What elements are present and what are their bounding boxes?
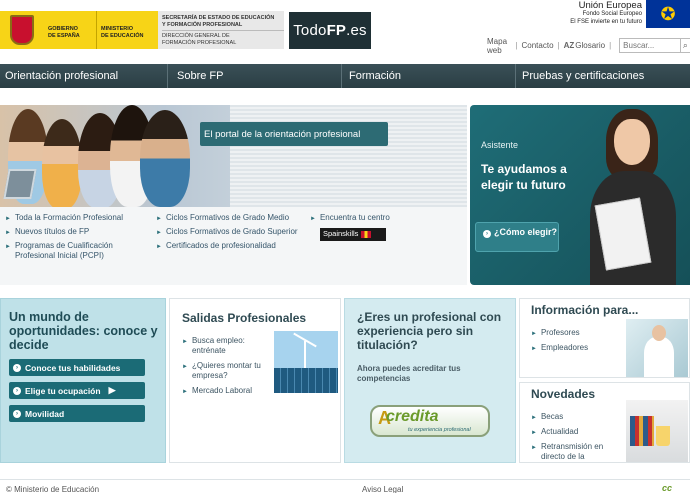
link-certificados[interactable]: ► Certificados de profesionalidad bbox=[156, 241, 316, 252]
link-becas[interactable]: ► Becas bbox=[531, 412, 621, 423]
link-actualidad[interactable]: ► Actualidad bbox=[531, 427, 621, 438]
link-pcpi[interactable]: ► Programas de Cualificación Profesional … bbox=[5, 241, 145, 261]
acredita-subtitle: Ahora puedes acreditar tus competencias bbox=[357, 364, 461, 383]
spainskills-logo[interactable]: Spainskills bbox=[320, 228, 386, 241]
department-label: SECRETARÍA DE ESTADO DE EDUCACIÓN Y FORMA… bbox=[158, 11, 284, 49]
todofp-logo[interactable]: Todo FP .es bbox=[289, 12, 371, 49]
lab-worker-photo bbox=[626, 319, 688, 377]
laptop-icon bbox=[3, 169, 37, 199]
nav-orientacion[interactable]: Orientación profesional bbox=[0, 64, 168, 88]
eu-flag-icon: ✪ bbox=[646, 0, 690, 28]
utility-nav: Mapa web | Contacto | AZ Glosario | ⌕ bbox=[487, 37, 690, 55]
hero-col-1: ► Toda la Formación Profesional ► Nuevos t… bbox=[5, 213, 145, 264]
link-toda-fp[interactable]: ► Toda la Formación Profesional bbox=[5, 213, 145, 224]
assistant-title: Te ayudamos a elegir tu futuro bbox=[481, 162, 567, 192]
contact-link[interactable]: Contacto bbox=[522, 41, 554, 50]
eu-logo: Unión Europea Fondo Social Europeo El FS… bbox=[548, 0, 690, 30]
link-grado-medio[interactable]: ► Ciclos Formativos de Grado Medio bbox=[156, 213, 316, 224]
link-encuentra-centro[interactable]: ► Encuentra tu centro bbox=[310, 213, 460, 224]
link-profesores[interactable]: ► Profesores bbox=[531, 328, 621, 339]
link-retransmision[interactable]: ► Retransmisión en directo de la bbox=[531, 442, 621, 462]
arrow-right-icon: › bbox=[13, 409, 21, 418]
info-para-list: ► Profesores ► Empleadores bbox=[531, 328, 621, 358]
arrow-right-icon: › bbox=[13, 363, 21, 372]
aviso-legal-link[interactable]: Aviso Legal bbox=[362, 485, 403, 493]
link-montar-empresa[interactable]: ► ¿Quieres montar tu empresa? bbox=[182, 361, 270, 381]
salidas-panel: Salidas Profesionales ► Busca empleo: ent… bbox=[169, 298, 341, 463]
link-busca-empleo[interactable]: ► Busca empleo: entrénate bbox=[182, 336, 270, 356]
arrow-right-icon: › bbox=[13, 386, 21, 395]
government-logo[interactable]: GOBIERNO DE ESPAÑA MINISTERIO DE EDUCACI… bbox=[0, 11, 284, 49]
assistant-photo bbox=[576, 109, 690, 285]
ministry-label: MINISTERIO DE EDUCACIÓN bbox=[96, 11, 158, 49]
info-para-panel: Información para... ► Profesores ► Emplead… bbox=[519, 298, 690, 378]
assistant-label: Asistente bbox=[481, 140, 519, 150]
video-icon: ▶ bbox=[108, 385, 116, 395]
hero-links: ► Toda la Formación Profesional ► Nuevos t… bbox=[0, 209, 467, 285]
novedades-title: Novedades bbox=[531, 387, 596, 401]
divider: | bbox=[609, 41, 612, 50]
novedades-panel: Novedades ► Becas ► Actualidad ► Retransmis… bbox=[519, 382, 690, 463]
coat-of-arms-icon bbox=[0, 11, 44, 49]
nav-formacion[interactable]: Formación bbox=[342, 64, 516, 88]
nav-sobre-fp[interactable]: Sobre FP bbox=[168, 64, 342, 88]
como-elegir-button[interactable]: › ¿Cómo elegir? bbox=[475, 222, 559, 252]
divider: | bbox=[557, 41, 560, 50]
site-footer: © Ministerio de Educación Aviso Legal cc bbox=[0, 479, 690, 493]
link-mercado-laboral[interactable]: ► Mercado Laboral bbox=[182, 386, 270, 397]
acredita-logo-text: credita bbox=[386, 408, 439, 425]
link-grado-superior[interactable]: ► Ciclos Formativos de Grado Superior bbox=[156, 227, 316, 238]
glossary-az-icon: AZ bbox=[563, 41, 575, 50]
glossary-link[interactable]: Glosario bbox=[575, 41, 605, 50]
main-nav: Orientación profesional Sobre FP Formaci… bbox=[0, 64, 690, 88]
site-header: GOBIERNO DE ESPAÑA MINISTERIO DE EDUCACI… bbox=[0, 0, 690, 64]
conoce-habilidades-button[interactable]: › Conoce tus habilidades bbox=[9, 359, 145, 376]
oportunidades-panel: Un mundo de oportunidades: conoce y deci… bbox=[0, 298, 166, 463]
oportunidades-title: Un mundo de oportunidades: conoce y deci… bbox=[9, 310, 158, 352]
wind-turbine-photo bbox=[274, 331, 338, 393]
acredita-panel: ¿Eres un profesional con experiencia per… bbox=[344, 298, 516, 463]
gov-label: GOBIERNO DE ESPAÑA bbox=[44, 11, 96, 49]
nav-pruebas[interactable]: Pruebas y certificaciones bbox=[516, 64, 690, 88]
link-nuevos-titulos[interactable]: ► Nuevos títulos de FP bbox=[5, 227, 145, 238]
salidas-list: ► Busca empleo: entrénate ► ¿Quieres monta… bbox=[182, 336, 270, 402]
students-photo bbox=[0, 105, 467, 207]
movilidad-button[interactable]: › Movilidad bbox=[9, 405, 145, 422]
search-icon[interactable]: ⌕ bbox=[681, 38, 690, 53]
sitemap-link[interactable]: Mapa web bbox=[487, 37, 511, 55]
acredita-button[interactable]: A credita tu experiencia profesional bbox=[370, 405, 490, 437]
eu-motto: El FSE invierte en tu futuro bbox=[570, 19, 642, 25]
divider: | bbox=[515, 41, 518, 50]
search-input[interactable] bbox=[619, 38, 682, 53]
novedades-list: ► Becas ► Actualidad ► Retransmisión en dir… bbox=[531, 412, 621, 462]
eu-title: Unión Europea bbox=[578, 0, 642, 11]
books-photo bbox=[626, 400, 688, 462]
link-empleadores[interactable]: ► Empleadores bbox=[531, 343, 621, 354]
portal-banner: El portal de la orientación profesional bbox=[200, 122, 388, 146]
hero-col-2: ► Ciclos Formativos de Grado Medio ► Ciclo… bbox=[156, 213, 316, 255]
hero-col-3: ► Encuentra tu centro Spainskills bbox=[310, 213, 460, 241]
elige-ocupacion-button[interactable]: › Elige tu ocupación ▶ bbox=[9, 382, 145, 399]
arrow-right-icon: › bbox=[483, 230, 491, 238]
creative-commons-icon[interactable]: cc bbox=[662, 483, 688, 493]
copyright: © Ministerio de Educación bbox=[6, 485, 100, 493]
info-para-title: Información para... bbox=[531, 303, 639, 317]
acredita-title: ¿Eres un profesional con experiencia per… bbox=[357, 310, 502, 352]
assistant-panel: Asistente Te ayudamos a elegir tu futuro… bbox=[470, 105, 690, 285]
eu-fund: Fondo Social Europeo bbox=[582, 11, 642, 17]
acredita-tagline: tu experiencia profesional bbox=[408, 427, 471, 433]
salidas-title: Salidas Profesionales bbox=[182, 311, 307, 325]
